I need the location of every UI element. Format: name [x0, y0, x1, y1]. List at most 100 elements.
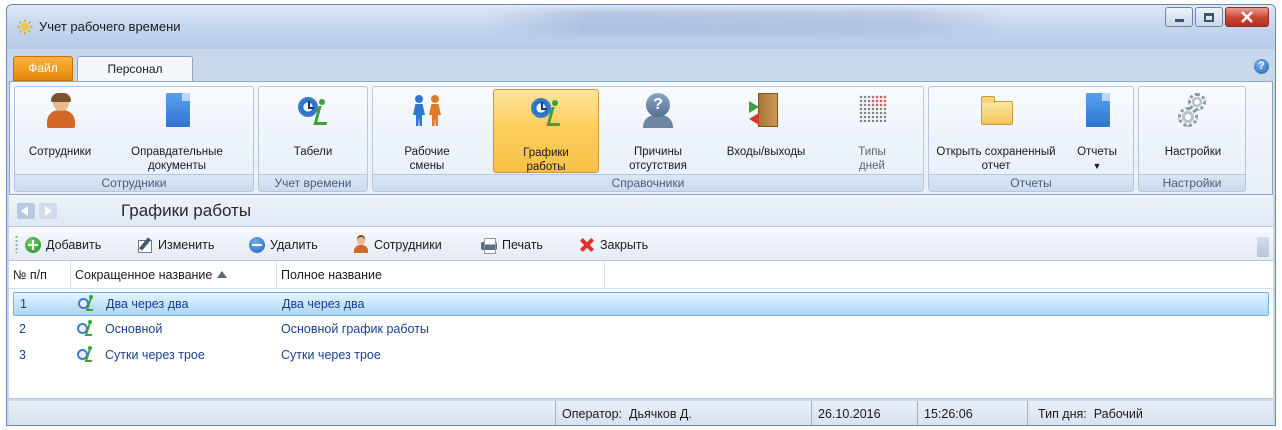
row-short-name: Два через два [106, 297, 189, 311]
print-label: Печать [502, 238, 543, 252]
settings-label: Настройки [1164, 146, 1222, 158]
door-icon [749, 93, 783, 129]
reports-button[interactable]: Отчеты ▼ [1065, 89, 1129, 173]
row-number: 3 [19, 348, 26, 362]
report-document-icon [1080, 93, 1114, 129]
employees-toolbar-label: Сотрудники [374, 238, 442, 252]
page-title: Графики работы [121, 201, 252, 220]
close-window-button[interactable] [1225, 7, 1269, 27]
group-label-employees: Сотрудники [15, 174, 253, 191]
row-number: 1 [20, 297, 27, 311]
column-number-label: № п/п [13, 268, 47, 282]
day-type-value: Рабочий [1093, 407, 1143, 421]
edit-label: Изменить [158, 238, 215, 252]
edit-icon [137, 237, 153, 253]
work-shifts-label: Рабочие смены [404, 146, 450, 172]
minimize-button[interactable] [1165, 7, 1193, 27]
reports-label: Отчеты [1077, 146, 1117, 158]
open-saved-report-button[interactable]: Открыть сохраненный отчет [931, 89, 1061, 173]
group-label-time-tracking: Учет времени [259, 174, 367, 191]
ribbon-group-time-tracking: Табели Учет времени [258, 86, 368, 192]
work-schedules-button[interactable]: Графики работы [493, 89, 599, 173]
column-header-short-name[interactable]: Сокращенное название [71, 261, 277, 289]
entries-exits-button[interactable]: Входы/выходы [711, 89, 821, 173]
day-types-label: Типы дней [858, 146, 886, 172]
toolbar-overflow[interactable] [1257, 237, 1269, 257]
tab-file[interactable]: Файл [13, 56, 73, 81]
ribbon-group-settings: Настройки Настройки [1138, 86, 1246, 192]
calendar-dots-icon [855, 93, 889, 129]
reports-dropdown-arrow: ▼ [1092, 161, 1102, 171]
row-full-name: Сутки через трое [281, 348, 381, 362]
day-type-label: Тип дня: [1038, 407, 1087, 421]
ribbon-group-directories: Рабочие смены Графики работы ? Причины о… [372, 86, 924, 192]
maximize-button[interactable] [1195, 7, 1223, 27]
schedule-icon [529, 94, 563, 130]
add-icon [25, 237, 41, 253]
absence-reasons-button[interactable]: ? Причины отсутствия [609, 89, 707, 173]
row-full-name: Два через два [282, 297, 365, 311]
work-shifts-button[interactable]: Рабочие смены [381, 89, 473, 173]
employees-toolbar-button[interactable]: Сотрудники [353, 235, 442, 255]
justification-documents-label: Оправдательные документы [131, 146, 223, 172]
employees-button[interactable]: Сотрудники [19, 89, 101, 173]
ribbon-tab-row: Файл Персонал ? [7, 51, 1275, 82]
column-short-name-label: Сокращенное название [75, 268, 213, 282]
entries-exits-label: Входы/выходы [726, 146, 806, 158]
settings-button[interactable]: Настройки [1143, 89, 1243, 173]
schedule-row-icon [77, 346, 97, 363]
tab-personnel[interactable]: Персонал [77, 56, 193, 82]
justification-documents-button[interactable]: Оправдательные документы [103, 89, 251, 173]
add-button[interactable]: Добавить [25, 235, 101, 255]
group-label-settings: Настройки [1139, 174, 1245, 191]
column-header-full-name[interactable]: Полное название [277, 261, 605, 289]
timesheets-label: Табели [293, 146, 333, 158]
forward-arrow-icon[interactable] [39, 203, 57, 219]
row-short-name: Основной [105, 322, 163, 336]
row-number: 2 [19, 322, 26, 336]
close-button[interactable]: Закрыть [579, 235, 648, 255]
status-date: 26.10.2016 [811, 401, 917, 425]
employees-button-label: Сотрудники [28, 146, 92, 158]
document-icon [160, 93, 194, 129]
column-header-number[interactable]: № п/п [9, 261, 71, 289]
help-icon[interactable]: ? [1254, 59, 1269, 74]
schedule-row-icon [78, 295, 98, 312]
window-controls [1163, 7, 1269, 27]
delete-icon [249, 237, 265, 253]
title-bar-blur [487, 9, 1007, 35]
day-types-button[interactable]: Типы дней [827, 89, 917, 173]
row-short-name: Сутки через трое [105, 348, 205, 362]
minimize-icon [1174, 18, 1184, 22]
close-label: Закрыть [600, 238, 649, 252]
status-bar: Оператор: Дьячков Д. 26.10.2016 15:26:06… [9, 401, 1273, 425]
maximize-icon [1204, 12, 1214, 22]
absence-reasons-label: Причины отсутствия [629, 146, 687, 172]
printer-icon [481, 237, 497, 254]
print-button[interactable]: Печать [481, 235, 543, 255]
delete-button[interactable]: Удалить [249, 235, 318, 255]
row-full-name: Основной график работы [281, 322, 429, 336]
table-row[interactable]: 3 Сутки через трое Сутки через трое [13, 344, 1269, 368]
table-row[interactable]: 1 Два через два Два через два [13, 292, 1269, 316]
timesheets-button[interactable]: Табели [265, 89, 361, 173]
user-icon [353, 237, 369, 253]
delete-label: Удалить [270, 238, 318, 252]
edit-button[interactable]: Изменить [137, 235, 214, 255]
schedules-grid: № п/п Сокращенное название Полное назван… [9, 261, 1273, 399]
status-time: 15:26:06 [917, 401, 1027, 425]
back-arrow-icon[interactable] [17, 203, 35, 219]
schedule-row-icon [77, 320, 97, 337]
ribbon-group-employees: Сотрудники Оправдательные документы Сотр… [14, 86, 254, 192]
toolbar: Добавить Изменить Удалить Сотрудники Печ… [9, 227, 1273, 261]
add-label: Добавить [46, 238, 102, 252]
status-day-type: Тип дня: Рабочий [1027, 401, 1227, 425]
close-x-icon [579, 237, 595, 253]
toolbar-grip [15, 235, 18, 253]
clock-runner-icon [296, 93, 330, 129]
window-title: Учет рабочего времени [39, 19, 181, 34]
work-schedules-label: Графики работы [523, 147, 569, 173]
table-row[interactable]: 2 Основной Основной график работы [13, 318, 1269, 342]
grid-header: № п/п Сокращенное название Полное назван… [9, 261, 1273, 289]
operator-label: Оператор: [562, 407, 623, 421]
